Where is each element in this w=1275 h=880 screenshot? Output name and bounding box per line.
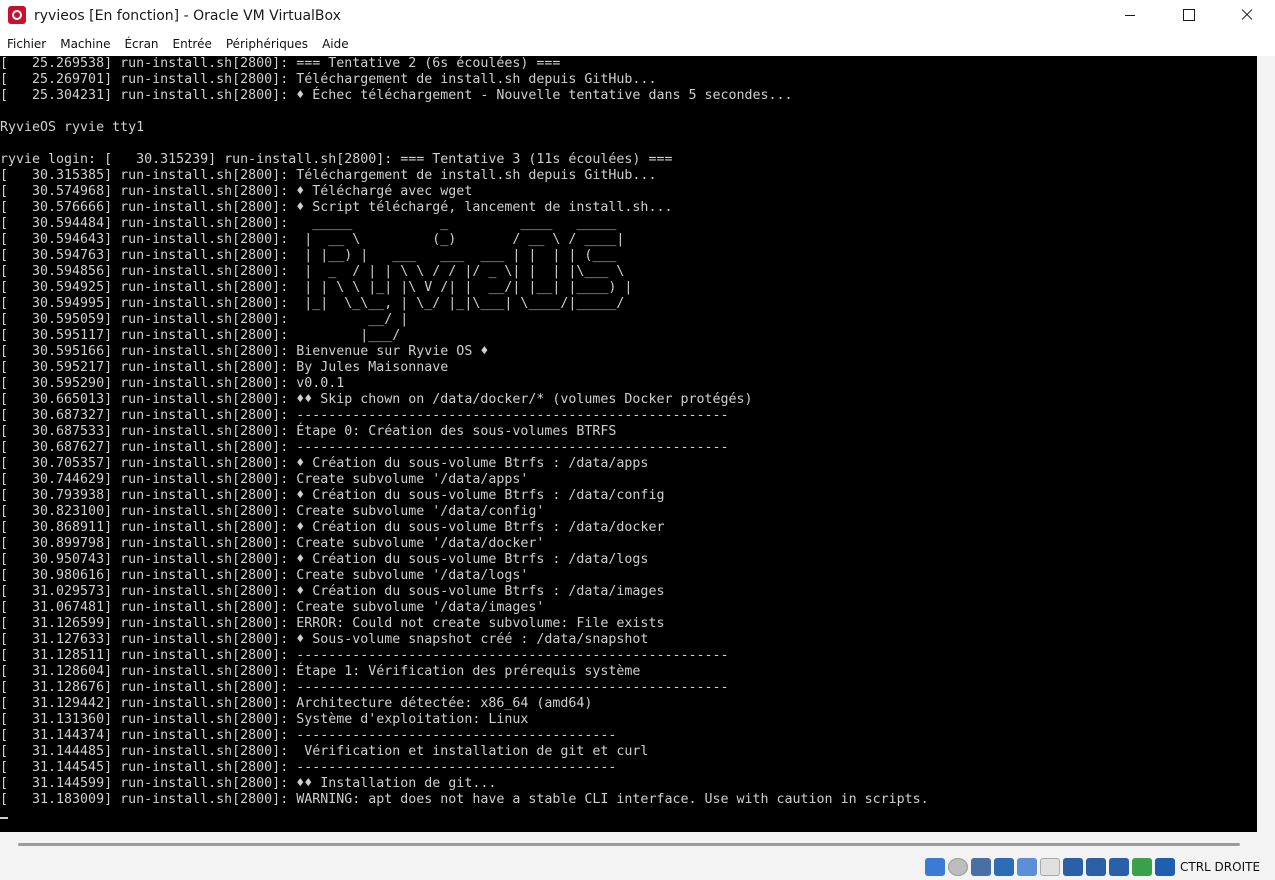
console-line: ryvie login: [ 30.315239] run-install.sh… [0,152,673,167]
storage-icon[interactable] [925,858,945,876]
console-line: [ 30.665013] run-install.sh[2800]: ♦♦ Sk… [0,392,753,407]
console-line: [ 31.067481] run-install.sh[2800]: Creat… [0,600,545,615]
host-key-label: CTRL DROITE [1180,860,1261,874]
console-line: [ 30.744629] run-install.sh[2800]: Creat… [0,472,529,487]
vm-console[interactable]: [ 25.269538] run-install.sh[2800]: === T… [0,56,1257,832]
console-line: [ 30.595166] run-install.sh[2800]: Bienv… [0,344,489,359]
console-line: [ 30.823100] run-install.sh[2800]: Creat… [0,504,545,519]
title-bar: ryvieos [En fonction] - Oracle VM Virtua… [0,0,1275,33]
console-line: [ 30.595290] run-install.sh[2800]: v0.0.… [0,376,345,391]
console-side-gap [1257,56,1275,832]
console-line: [ 30.687627] run-install.sh[2800]: -----… [0,440,729,455]
horizontal-scrollbar[interactable] [18,843,1240,846]
console-line: [ 31.144545] run-install.sh[2800]: -----… [0,760,617,775]
console-line: [ 30.594643] run-install.sh[2800]: | __ … [0,232,625,247]
console-line: [ 30.574968] run-install.sh[2800]: ♦ Tél… [0,184,473,199]
console-line: [ 30.594763] run-install.sh[2800]: | |__… [0,248,633,263]
console-output: [ 25.269538] run-install.sh[2800]: === T… [0,56,1257,824]
console-line: [ 31.127633] run-install.sh[2800]: ♦ Sou… [0,632,649,647]
minimize-button[interactable] [1101,0,1159,30]
console-line: [ 30.594484] run-install.sh[2800]: _____… [0,216,625,231]
maximize-button[interactable] [1159,0,1217,30]
console-line: [ 30.980616] run-install.sh[2800]: Creat… [0,568,529,583]
window-controls [1101,0,1275,33]
keyboard-capture-icon[interactable] [1155,858,1175,876]
menu-fichier[interactable]: Fichier [0,33,53,56]
menu-ecran[interactable]: Écran [117,33,165,56]
recording-icon[interactable] [1086,858,1106,876]
shared-folders-icon[interactable] [1040,858,1060,876]
console-line: [ 30.595117] run-install.sh[2800]: |___/ [0,328,401,343]
console-line: [ 25.269538] run-install.sh[2800]: === T… [0,56,561,71]
console-line: [ 30.595217] run-install.sh[2800]: By Ju… [0,360,449,375]
console-line: [ 25.269701] run-install.sh[2800]: Téléc… [0,72,657,87]
console-line: [ 31.126599] run-install.sh[2800]: ERROR… [0,616,665,631]
usb-icon[interactable] [1017,858,1037,876]
window-title: ryvieos [En fonction] - Oracle VM Virtua… [34,8,341,24]
console-line: [ 30.687327] run-install.sh[2800]: -----… [0,408,729,423]
menu-machine[interactable]: Machine [53,33,117,56]
status-bar: CTRL DROITE [0,852,1275,880]
console-line: [ 30.315385] run-install.sh[2800]: Téléc… [0,168,657,183]
console-line: [ 31.183009] run-install.sh[2800]: WARNI… [0,792,929,807]
console-line: [ 31.128676] run-install.sh[2800]: -----… [0,680,729,695]
console-line: [ 30.950743] run-install.sh[2800]: ♦ Cré… [0,552,649,567]
console-line [0,808,1257,824]
console-line: [ 31.128511] run-install.sh[2800]: -----… [0,648,729,663]
console-line: [ 31.144485] run-install.sh[2800]: Vérif… [0,744,649,759]
console-line: [ 31.029573] run-install.sh[2800]: ♦ Cré… [0,584,665,599]
console-line: [ 31.144374] run-install.sh[2800]: -----… [0,728,617,743]
console-line: [ 31.144599] run-install.sh[2800]: ♦♦ In… [0,776,497,791]
console-line: [ 30.576666] run-install.sh[2800]: ♦ Scr… [0,200,673,215]
optical-drive-icon[interactable] [948,858,968,876]
console-line: [ 30.595059] run-install.sh[2800]: __/ | [0,312,409,327]
console-line: [ 30.594856] run-install.sh[2800]: | _ /… [0,264,633,279]
audio-icon[interactable] [971,858,991,876]
console-line: [ 30.899798] run-install.sh[2800]: Creat… [0,536,545,551]
console-line: [ 30.594995] run-install.sh[2800]: |_| \… [0,296,633,311]
display-icon[interactable] [1063,858,1083,876]
menu-bar: Fichier Machine Écran Entrée Périphériqu… [0,33,1275,56]
menu-entree[interactable]: Entrée [166,33,219,56]
console-line: [ 30.868911] run-install.sh[2800]: ♦ Cré… [0,520,665,535]
virtualbox-app-icon [8,6,26,24]
console-line: [ 31.129442] run-install.sh[2800]: Archi… [0,696,593,711]
close-button[interactable] [1217,0,1275,30]
menu-peripheriques[interactable]: Périphériques [219,33,315,56]
console-line: [ 30.705357] run-install.sh[2800]: ♦ Cré… [0,456,649,471]
text-cursor [0,817,8,819]
console-line: [ 25.304231] run-install.sh[2800]: ♦ Éch… [0,88,793,103]
console-line: [ 30.594925] run-install.sh[2800]: | | \… [0,280,633,295]
console-line: [ 30.687533] run-install.sh[2800]: Étape… [0,424,617,439]
network-icon[interactable] [994,858,1014,876]
menu-aide[interactable]: Aide [315,33,356,56]
status-icons [925,858,1175,876]
mouse-integration-icon[interactable] [1132,858,1152,876]
console-line: [ 30.793938] run-install.sh[2800]: ♦ Cré… [0,488,665,503]
console-line: [ 31.131360] run-install.sh[2800]: Systè… [0,712,529,727]
console-line: [ 31.128604] run-install.sh[2800]: Étape… [0,664,641,679]
virtualization-icon[interactable] [1109,858,1129,876]
console-line: RyvieOS ryvie tty1 [0,120,145,135]
